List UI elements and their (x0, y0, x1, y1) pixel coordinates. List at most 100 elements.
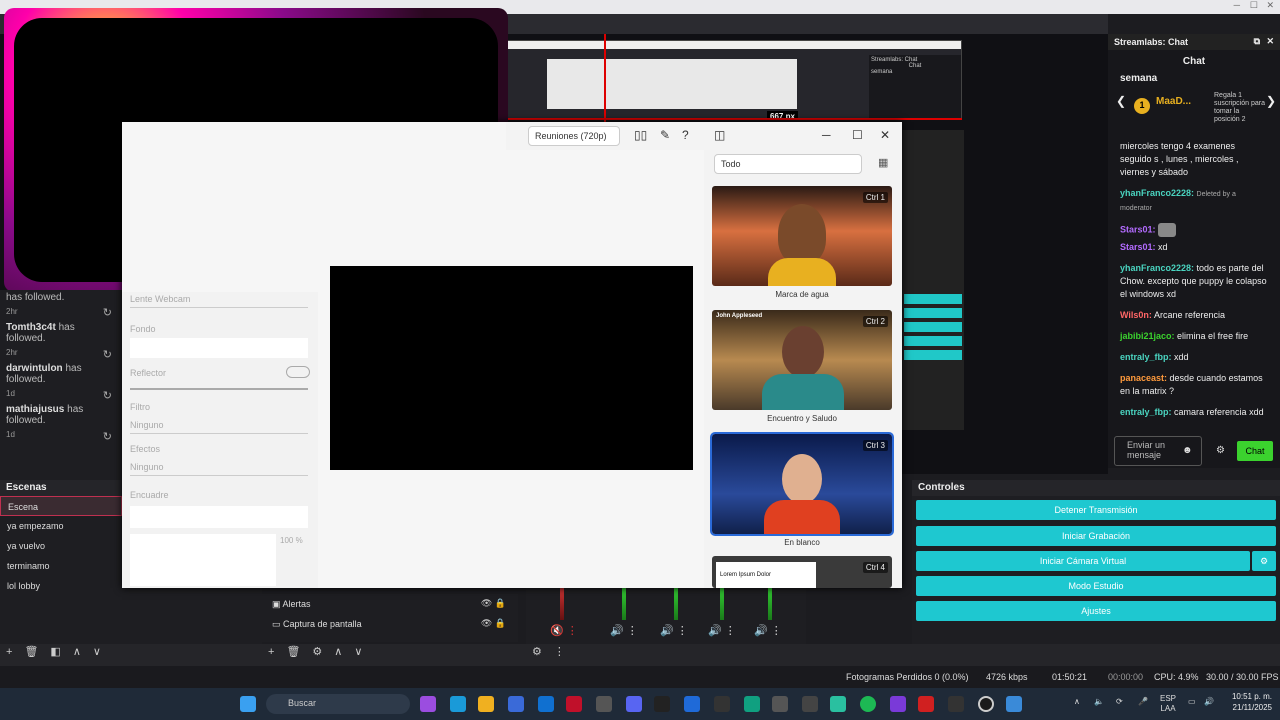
gear-icon[interactable]: ⚙ (532, 645, 542, 658)
app-icon[interactable] (830, 696, 846, 712)
edge-icon[interactable] (450, 696, 466, 712)
gear-icon[interactable]: ⚙ (312, 645, 322, 658)
replay-icon[interactable]: ↻ (103, 306, 112, 319)
streamlabs-icon[interactable] (1006, 696, 1022, 712)
background-card[interactable]: Lorem Ipsum Dolor Ctrl 4 (712, 556, 892, 588)
start-virtualcam-button[interactable]: Iniciar Cámara Virtual (916, 551, 1250, 571)
feedback-icon[interactable]: ✎ (660, 128, 670, 142)
lock-icon[interactable]: 🔒 (495, 618, 506, 628)
eye-icon[interactable]: 👁 (481, 598, 492, 608)
minimize-icon[interactable]: ─ (822, 128, 831, 142)
network-icon[interactable]: ▭ (1188, 697, 1196, 706)
settings-button[interactable]: Ajustes (916, 601, 1276, 621)
app-icon[interactable] (596, 696, 612, 712)
trash-icon[interactable]: 🗑 (24, 645, 38, 658)
start-recording-button[interactable]: Iniciar Grabación (916, 526, 1276, 546)
chat-send-button[interactable]: Chat (1237, 441, 1273, 461)
replay-icon[interactable]: ↻ (103, 348, 112, 361)
app-icon[interactable] (714, 696, 730, 712)
close-icon[interactable]: ✕ (1266, 36, 1274, 47)
grid-icon[interactable]: ▦ (878, 156, 888, 169)
effects-select[interactable]: Ninguno (130, 460, 308, 476)
add-icon[interactable]: + (268, 646, 274, 658)
app-icon[interactable] (802, 696, 818, 712)
background-options[interactable] (130, 338, 308, 358)
reflector-toggle[interactable] (286, 366, 310, 378)
app-icon[interactable] (654, 696, 670, 712)
studio-mode-button[interactable]: Modo Estudio (916, 576, 1276, 596)
maximize-icon[interactable]: ☐ (1250, 0, 1258, 11)
clock[interactable]: 10:51 p. m. 21/11/2025 (1232, 691, 1272, 713)
spotify-icon[interactable] (860, 696, 876, 712)
eye-icon[interactable]: 👁 (481, 618, 492, 628)
stop-stream-button[interactable]: Detener Transmisión (916, 500, 1276, 520)
prev-icon[interactable]: ❮ (1116, 94, 1126, 108)
framing-options[interactable] (130, 506, 308, 528)
volume-icon[interactable]: 🔊 ⋮ (610, 624, 638, 637)
volume-icon[interactable]: 🔊 ⋮ (754, 624, 782, 637)
reflector-slider[interactable] (130, 388, 308, 390)
virtualcam-settings-button[interactable]: ⚙ (1252, 551, 1276, 571)
background-card[interactable]: John Appleseed Ctrl 2 (712, 310, 892, 410)
app-icon[interactable] (684, 696, 700, 712)
app-icon[interactable] (420, 696, 436, 712)
store-icon[interactable] (508, 696, 524, 712)
background-card[interactable]: Ctrl 3 (710, 432, 894, 536)
app-icon[interactable] (744, 696, 760, 712)
source-item[interactable]: ▣ Alertas 👁 🔒 (262, 594, 518, 614)
more-icon[interactable]: ⋮ (554, 645, 565, 658)
scene-item[interactable]: Escena (0, 496, 122, 516)
down-icon[interactable]: ∨ (93, 645, 101, 658)
resolution-select[interactable]: Reuniones (720p) (528, 126, 620, 146)
tray-chevron-icon[interactable]: ∧ (1074, 697, 1080, 706)
app-icon[interactable] (890, 696, 906, 712)
speaker-icon[interactable]: 🔊 (1204, 697, 1214, 706)
opera-icon[interactable] (566, 696, 582, 712)
up-icon[interactable]: ∧ (73, 645, 81, 658)
down-icon[interactable]: ∨ (354, 645, 362, 658)
filter-select[interactable]: Ninguno (130, 418, 308, 434)
trash-icon[interactable]: 🗑 (286, 645, 300, 658)
taskbar-search[interactable]: Buscar (266, 694, 410, 714)
maximize-icon[interactable]: ☐ (852, 128, 863, 142)
mute-icon[interactable]: 🔇 ⋮ (550, 624, 578, 637)
folder-icon[interactable] (478, 696, 494, 712)
discord-icon[interactable] (626, 696, 642, 712)
float-icon[interactable]: ⧉ (1254, 36, 1260, 47)
replay-icon[interactable]: ↻ (103, 389, 112, 402)
outlook-icon[interactable] (538, 696, 554, 712)
windows-start-icon[interactable] (240, 696, 256, 712)
scene-item[interactable]: lol lobby (0, 576, 122, 596)
close-icon[interactable]: ✕ (880, 128, 890, 142)
layout-icon[interactable]: ▯▯ (634, 128, 647, 142)
obs-icon[interactable] (978, 696, 994, 712)
add-icon[interactable]: + (6, 646, 12, 658)
close-icon[interactable]: ✕ (1266, 0, 1274, 11)
background-card[interactable]: Ctrl 1 (712, 186, 892, 286)
scene-item[interactable]: ya vuelvo (0, 536, 122, 556)
minimize-icon[interactable]: ─ (1234, 0, 1240, 10)
up-icon[interactable]: ∧ (334, 645, 342, 658)
app-icon[interactable] (918, 696, 934, 712)
emoji-icon[interactable]: ☻ (1182, 445, 1193, 456)
language-indicator[interactable]: ESP LAA (1160, 694, 1176, 714)
scene-item[interactable]: terminamo (0, 556, 122, 576)
filter-icon[interactable]: ◧ (50, 645, 60, 658)
category-select[interactable]: Todo (714, 154, 862, 174)
volume-icon[interactable]: 🔊 ⋮ (660, 624, 688, 637)
lock-icon[interactable]: 🔒 (495, 598, 506, 608)
sync-icon[interactable]: ⟳ (1116, 697, 1123, 706)
gear-icon[interactable] (772, 696, 788, 712)
help-icon[interactable]: ? (682, 128, 689, 142)
mic-icon[interactable]: 🎤 (1138, 697, 1148, 706)
gear-icon[interactable]: ⚙ (1216, 445, 1225, 456)
app-icon[interactable] (948, 696, 964, 712)
camera-select[interactable]: Lente Webcam (130, 292, 308, 308)
scene-item[interactable]: ya empezamo (0, 516, 122, 536)
volume-tray-icon[interactable]: 🔈 (1094, 697, 1104, 706)
volume-icon[interactable]: 🔊 ⋮ (708, 624, 736, 637)
replay-icon[interactable]: ↻ (103, 430, 112, 443)
next-icon[interactable]: ❯ (1266, 94, 1276, 108)
source-item[interactable]: ▭ Captura de pantalla 👁 🔒 (262, 614, 518, 634)
panel-icon[interactable]: ◫ (714, 128, 725, 142)
